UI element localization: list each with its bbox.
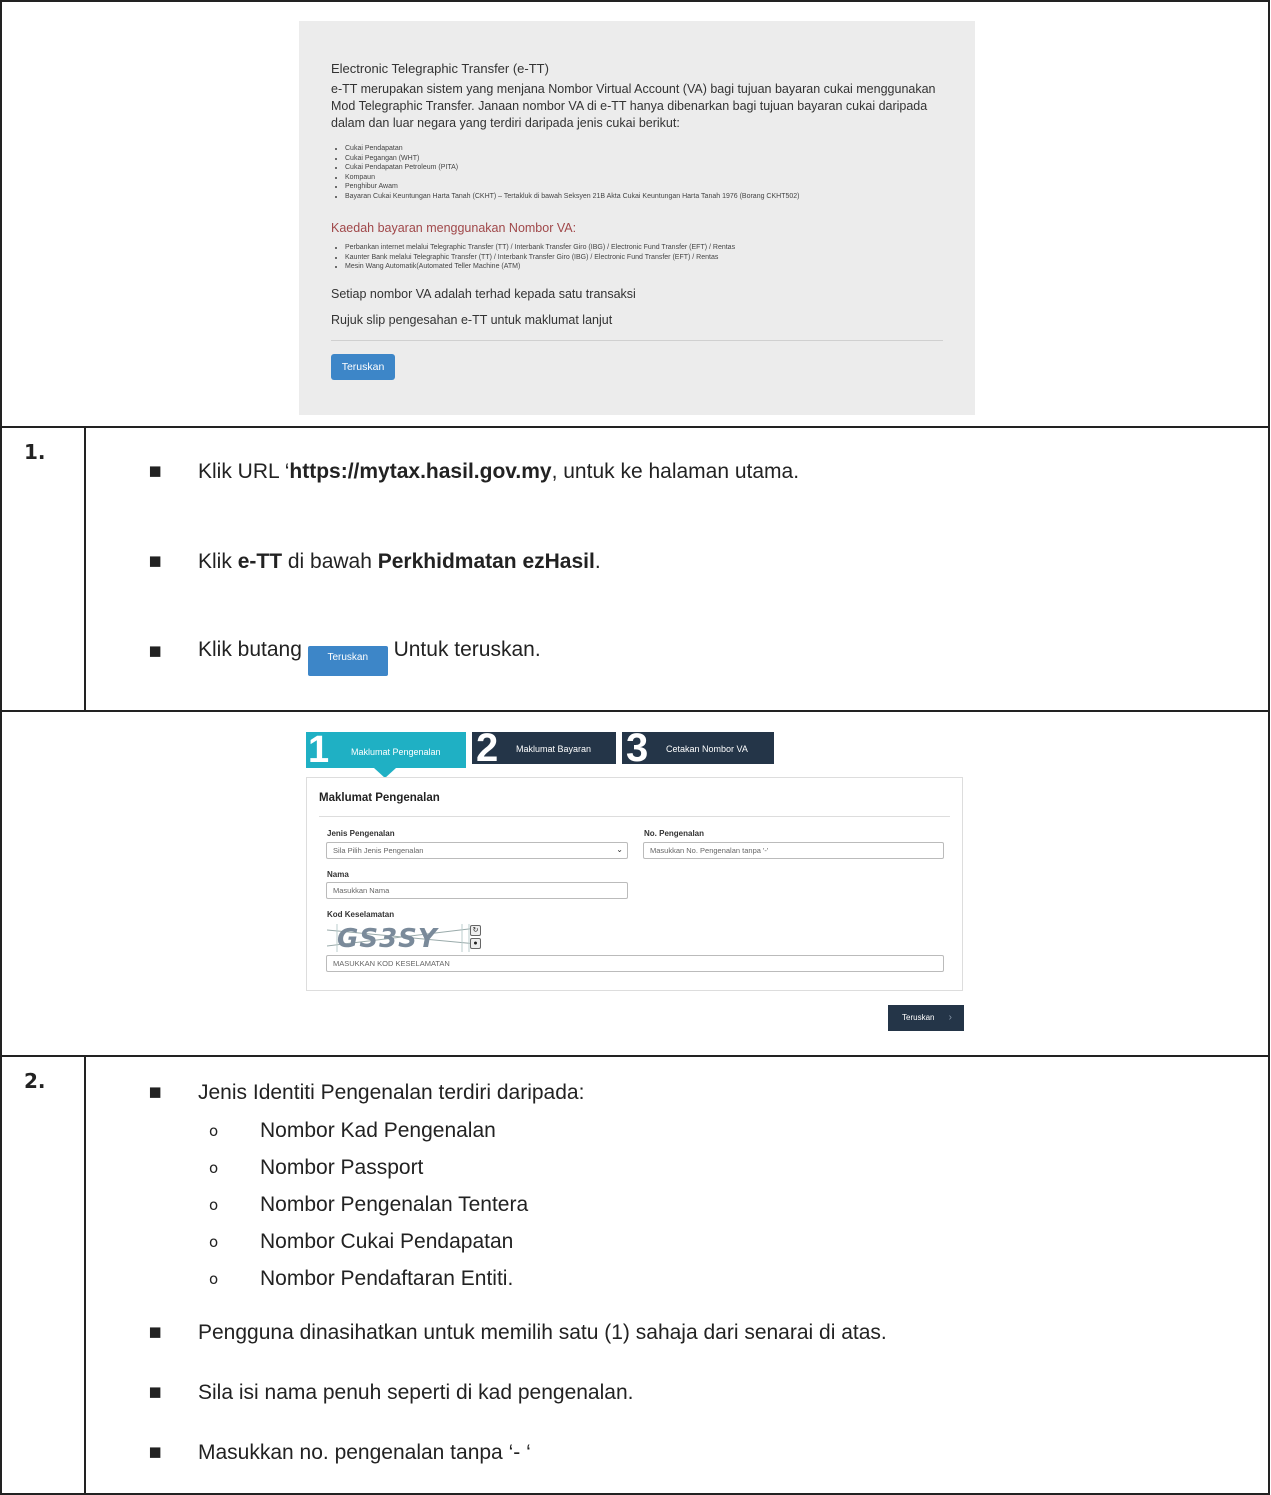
list-item: Kompaun <box>345 173 800 183</box>
bullet-icon: ▪ <box>148 1079 163 1103</box>
bullet-icon: ▪ <box>148 638 163 662</box>
tab-cetakan-nombor-va[interactable]: 3 Cetakan Nombor VA <box>622 726 774 770</box>
bullet-icon: ▪ <box>148 548 163 572</box>
list-item: Nombor Pendaftaran Entiti. <box>260 1267 514 1290</box>
tab-maklumat-bayaran[interactable]: 2 Maklumat Bayaran <box>472 726 616 770</box>
step-number: 2. <box>24 1069 46 1093</box>
info-note-two: Rujuk slip pengesahan e-TT untuk makluma… <box>331 313 613 327</box>
instruction-text: Klik butang Teruskan Untuk teruskan. <box>198 638 541 676</box>
identification-form: Maklumat Pengenalan Jenis Pengenalan Sil… <box>306 777 963 991</box>
service-label: Perkhidmatan ezHasil <box>377 550 595 573</box>
tab-label: Maklumat Bayaran <box>516 744 592 754</box>
kod-keselamatan-input[interactable]: MASUKKAN KOD KESELAMATAN <box>326 955 944 972</box>
text: Klik butang <box>198 638 308 661</box>
screenshot-row-info: Electronic Telegraphic Transfer (e-TT) e… <box>0 0 1270 428</box>
circle-bullet-icon: o <box>209 1233 219 1251</box>
instruction-row-1: 1. ▪ Klik URL ‘https://mytax.hasil.gov.m… <box>0 426 1270 712</box>
screenshot-row-form: 1 Maklumat Pengenalan 2 Maklumat Bayaran… <box>0 710 1270 1057</box>
instruction-text: Masukkan no. pengenalan tanpa ‘- ‘ <box>198 1441 531 1464</box>
info-paragraph: e-TT merupakan sistem yang menjana Nombo… <box>331 82 936 130</box>
text: , untuk ke halaman utama. <box>551 460 800 483</box>
circle-bullet-icon: o <box>209 1270 219 1288</box>
kod-keselamatan-label: Kod Keselamatan <box>327 910 395 919</box>
info-title: Electronic Telegraphic Transfer (e-TT) <box>331 61 549 76</box>
nama-input[interactable]: Masukkan Nama <box>326 882 628 899</box>
form-title: Maklumat Pengenalan <box>319 792 440 804</box>
teruskan-button-image: Teruskan <box>307 646 388 676</box>
button-label: Teruskan <box>902 1013 935 1022</box>
instruction-row-2: 2. ▪ Jenis Identiti Pengenalan terdiri d… <box>0 1055 1270 1495</box>
no-pengenalan-input[interactable]: Masukkan No. Pengenalan tanpa '-' <box>643 842 944 859</box>
text: di bawah <box>282 550 378 573</box>
list-item: Nombor Cukai Pendapatan <box>260 1230 514 1253</box>
list-item: Cukai Pendapatan Petroleum (PITA) <box>345 163 800 173</box>
instruction-text: Pengguna dinasihatkan untuk memilih satu… <box>198 1321 887 1344</box>
method-heading: Kaedah bayaran menggunakan Nombor VA: <box>331 221 577 235</box>
circle-bullet-icon: o <box>209 1159 219 1177</box>
jenis-pengenalan-select[interactable]: Sila Pilih Jenis Pengenalan ⌄ <box>326 842 628 859</box>
list-item: Nombor Kad Pengenalan <box>260 1119 496 1142</box>
audio-icon[interactable]: ● <box>470 938 481 949</box>
instruction-text: Klik URL ‘https://mytax.hasil.gov.my, un… <box>198 460 799 484</box>
circle-bullet-icon: o <box>209 1122 219 1140</box>
list-item: Perbankan internet melalui Telegraphic T… <box>345 243 735 253</box>
list-item: Kaunter Bank melalui Telegraphic Transfe… <box>345 253 735 263</box>
document: Electronic Telegraphic Transfer (e-TT) e… <box>0 0 1271 1495</box>
bullet-icon: ▪ <box>148 1439 163 1463</box>
teruskan-button[interactable]: Teruskan <box>331 354 395 380</box>
text: Untuk teruskan. <box>387 638 541 661</box>
chevron-right-icon: › <box>948 1012 952 1023</box>
url-link[interactable]: https://mytax.hasil.gov.my <box>289 460 551 483</box>
tax-type-list: Cukai Pendapatan Cukai Pegangan (WHT) Cu… <box>331 144 800 201</box>
instruction-text: Sila isi nama penuh seperti di kad penge… <box>198 1381 634 1404</box>
text: . <box>594 550 601 573</box>
instruction-text: Jenis Identiti Pengenalan terdiri daripa… <box>198 1081 585 1104</box>
list-item: Nombor Pengenalan Tentera <box>260 1193 529 1216</box>
info-note-one: Setiap nombor VA adalah terhad kepada sa… <box>331 287 636 301</box>
step-number-cell: 2. <box>2 1057 86 1493</box>
nama-label: Nama <box>327 870 349 879</box>
captcha-text: GS3SY <box>337 924 438 954</box>
refresh-icon[interactable]: ↻ <box>470 925 481 936</box>
tab-maklumat-pengenalan[interactable]: 1 Maklumat Pengenalan <box>306 729 466 778</box>
jenis-pengenalan-label: Jenis Pengenalan <box>327 829 395 838</box>
step-number: 1. <box>24 440 46 464</box>
tab-number: 2 <box>476 726 499 770</box>
bullet-icon: ▪ <box>148 458 163 482</box>
list-item: Cukai Pegangan (WHT) <box>345 154 800 164</box>
bullet-icon: ▪ <box>148 1379 163 1403</box>
ett-info-panel: Electronic Telegraphic Transfer (e-TT) e… <box>299 21 975 415</box>
tab-label: Cetakan Nombor VA <box>666 744 748 754</box>
text: Klik URL ‘ <box>198 460 290 483</box>
list-item: Bayaran Cukai Keuntungan Harta Tanah (CK… <box>345 192 800 202</box>
list-item: Nombor Passport <box>260 1156 424 1179</box>
tab-number: 3 <box>626 726 649 770</box>
instruction-text: Klik e-TT di bawah Perkhidmatan ezHasil. <box>198 550 601 574</box>
select-value: Sila Pilih Jenis Pengenalan <box>333 846 424 855</box>
tab-label: Maklumat Pengenalan <box>351 747 441 757</box>
list-item: Cukai Pendapatan <box>345 144 800 154</box>
captcha-image: GS3SY <box>327 924 477 954</box>
ett-label: e-TT <box>237 550 283 573</box>
circle-bullet-icon: o <box>209 1196 219 1214</box>
bullet-icon: ▪ <box>148 1319 163 1343</box>
tab-number: 1 <box>308 729 330 771</box>
divider <box>331 340 943 341</box>
method-list: Perbankan internet melalui Telegraphic T… <box>331 243 735 272</box>
no-pengenalan-label: No. Pengenalan <box>644 829 705 838</box>
chevron-down-icon: ⌄ <box>616 845 623 854</box>
list-item: Penghibur Awam <box>345 182 800 192</box>
list-item: Mesin Wang Automatik(Automated Teller Ma… <box>345 262 735 272</box>
step-number-cell: 1. <box>2 428 86 710</box>
text: Klik <box>198 550 238 573</box>
teruskan-button[interactable]: Teruskan › <box>888 1005 964 1031</box>
divider <box>319 816 950 817</box>
